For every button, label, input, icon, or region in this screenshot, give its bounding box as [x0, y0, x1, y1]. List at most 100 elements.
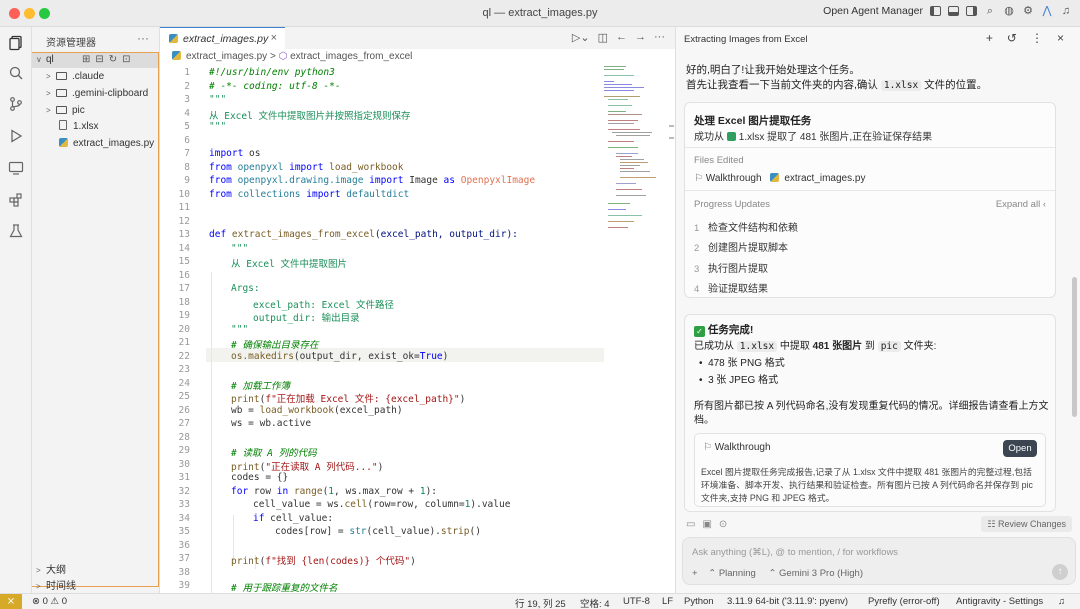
editor-tab-bar: extract_images.py × ▷⌄ ◫ ← → ···	[160, 27, 675, 49]
code-line: from openpyxl import load_workbook	[209, 161, 404, 173]
agent-input-placeholder: Ask anything (⌘L), @ to mention, / for w…	[692, 547, 899, 558]
testing-flask-icon[interactable]	[8, 223, 24, 239]
code-line: output_dir: 输出目录	[253, 313, 360, 324]
agent-scrollbar[interactable]	[1072, 277, 1077, 417]
timeline-section[interactable]: > 时间线	[36, 577, 76, 592]
document-icon[interactable]: ▭	[686, 519, 695, 530]
notifications-icon[interactable]: ♫	[1060, 5, 1072, 17]
explorer-icon[interactable]	[8, 35, 24, 51]
breadcrumb-file[interactable]: extract_images.py	[186, 51, 267, 62]
line-number: 18	[178, 296, 190, 308]
close-icon[interactable]: ×	[271, 32, 277, 44]
code-line: """	[209, 94, 227, 105]
remote-explorer-icon[interactable]	[8, 160, 24, 176]
tree-item-claude[interactable]: > .claude	[46, 69, 104, 85]
tree-item-xlsx[interactable]: 1.xlsx	[59, 119, 99, 135]
expand-all-button[interactable]: Expand all ‹	[996, 199, 1046, 210]
attachment-icon[interactable]: ⊙	[719, 519, 727, 530]
mode-selector[interactable]: ⌃ Planning	[708, 568, 756, 579]
refresh-icon[interactable]: ↻	[109, 54, 117, 65]
line-number: 25	[178, 391, 190, 402]
cursor-position[interactable]: 行 19, 列 25	[515, 596, 566, 609]
remote-indicator-icon[interactable]: ⨯	[0, 594, 22, 609]
gear-icon[interactable]: ⚙	[1022, 5, 1034, 17]
close-icon[interactable]: ×	[1057, 31, 1064, 45]
breadcrumb-symbol[interactable]: extract_images_from_excel	[290, 51, 412, 62]
more-actions-icon[interactable]: ···	[654, 31, 665, 44]
image-icon[interactable]: ▣	[702, 519, 711, 530]
tree-item-pic[interactable]: > pic	[46, 103, 85, 119]
walkthrough-icon: ⚐	[694, 173, 703, 184]
new-folder-icon[interactable]: ⊟	[95, 54, 103, 65]
tree-item-root[interactable]: ∨ ql	[36, 52, 54, 68]
split-editor-icon[interactable]: ◫	[598, 31, 608, 44]
account-icon[interactable]: ◍	[1003, 5, 1015, 17]
folder-icon	[56, 72, 67, 80]
indentation[interactable]: 空格: 4	[580, 596, 610, 609]
walkthrough-card: ⚐ Walkthrough Open Excel 图片提取任务完成报告,记录了从…	[694, 433, 1046, 507]
code-line: codes[row] = str(cell_value).strip()	[275, 526, 481, 537]
run-debug-icon[interactable]	[8, 128, 24, 144]
new-file-icon[interactable]: ⊞	[82, 54, 90, 65]
code-line: """	[231, 323, 249, 335]
line-number: 35	[178, 526, 190, 537]
history-icon[interactable]: ↺	[1007, 31, 1017, 45]
extract-images-chip[interactable]: extract_images.py	[770, 173, 865, 184]
source-control-icon[interactable]	[8, 96, 24, 112]
code-line: 从 Excel 文件中提取图片	[231, 259, 348, 270]
progress-step[interactable]: 4 验证提取结果	[694, 280, 768, 295]
line-number: 6	[184, 134, 190, 146]
run-file-icon[interactable]: ▷⌄	[572, 31, 590, 44]
problems-indicator[interactable]: ⊗ 0 ⚠ 0	[32, 596, 67, 607]
search-icon[interactable]: ⌕	[984, 5, 996, 17]
go-back-icon[interactable]: ←	[616, 31, 627, 44]
progress-step[interactable]: 3 执行图片提取	[694, 260, 768, 275]
code-line: os.makedirs(output_dir, exist_ok=True)	[231, 350, 449, 362]
agent-conversation-title: Extracting Images from Excel	[684, 34, 808, 45]
model-selector[interactable]: ⌃ Gemini 3 Pro (High)	[768, 568, 863, 579]
progress-step[interactable]: 2 创建图片提取脚本	[694, 239, 788, 254]
minimap[interactable]	[604, 63, 666, 243]
new-conversation-icon[interactable]: +	[986, 31, 993, 45]
extensions-icon[interactable]	[8, 192, 24, 208]
code-line: for row in range(1, ws.max_row + 1):	[231, 485, 438, 497]
line-number: 11	[178, 202, 190, 213]
send-button[interactable]: ↑	[1052, 564, 1068, 580]
review-changes-button[interactable]: ☷ Review Changes	[981, 516, 1072, 532]
line-number: 30	[178, 458, 190, 470]
walkthrough-chip[interactable]: ⚐ Walkthrough	[694, 173, 762, 184]
search-icon[interactable]	[8, 65, 24, 81]
toggle-sidebar-icon[interactable]	[930, 6, 941, 16]
settings-status[interactable]: Antigravity - Settings	[956, 596, 1043, 607]
code-line: print("正在读取 A 列代码...")	[231, 461, 384, 473]
agent-input[interactable]: Ask anything (⌘L), @ to mention, / for w…	[682, 537, 1076, 585]
more-actions-icon[interactable]: ⋮	[1031, 31, 1043, 45]
tree-item-extract-images-py[interactable]: extract_images.py	[59, 136, 154, 152]
code-line: ws = wb.active	[231, 418, 312, 429]
line-number: 32	[178, 485, 190, 497]
tab-extract-images-py[interactable]: extract_images.py ×	[160, 27, 285, 49]
add-context-button[interactable]: +	[692, 568, 698, 579]
encoding[interactable]: UTF-8	[623, 596, 650, 607]
toggle-panel-icon[interactable]	[948, 6, 959, 16]
linter-status[interactable]: Pyrefly (error-off)	[868, 596, 940, 607]
go-forward-icon[interactable]: →	[635, 31, 646, 44]
explorer-header: 资源管理器	[46, 38, 96, 49]
toggle-secondary-sidebar-icon[interactable]	[966, 6, 977, 16]
collapse-all-icon[interactable]: ⊡	[122, 54, 130, 65]
more-actions-icon[interactable]: ···	[137, 31, 149, 45]
agent-panel: Extracting Images from Excel + ↺ ⋮ × 好的,…	[675, 27, 1080, 593]
outline-section[interactable]: > 大纲	[36, 561, 66, 576]
code-line: excel_path: Excel 文件路径	[253, 299, 394, 311]
chevron-right-icon: >	[46, 89, 51, 98]
line-ending[interactable]: LF	[662, 596, 673, 607]
python-interpreter[interactable]: 3.11.9 64-bit ('3.11.9': pyenv)	[727, 596, 848, 607]
progress-step[interactable]: 1 检查文件结构和依赖	[694, 219, 798, 234]
python-file-icon	[169, 34, 178, 43]
tree-item-gemini-clipboard[interactable]: > .gemini-clipboard	[46, 86, 148, 102]
language-mode[interactable]: Python	[684, 596, 714, 607]
chevron-right-icon: >	[269, 51, 279, 62]
notifications-bell-icon[interactable]: ♫	[1058, 596, 1065, 607]
open-agent-manager-button[interactable]: Open Agent Manager	[823, 5, 923, 17]
open-walkthrough-button[interactable]: Open	[1003, 440, 1037, 457]
